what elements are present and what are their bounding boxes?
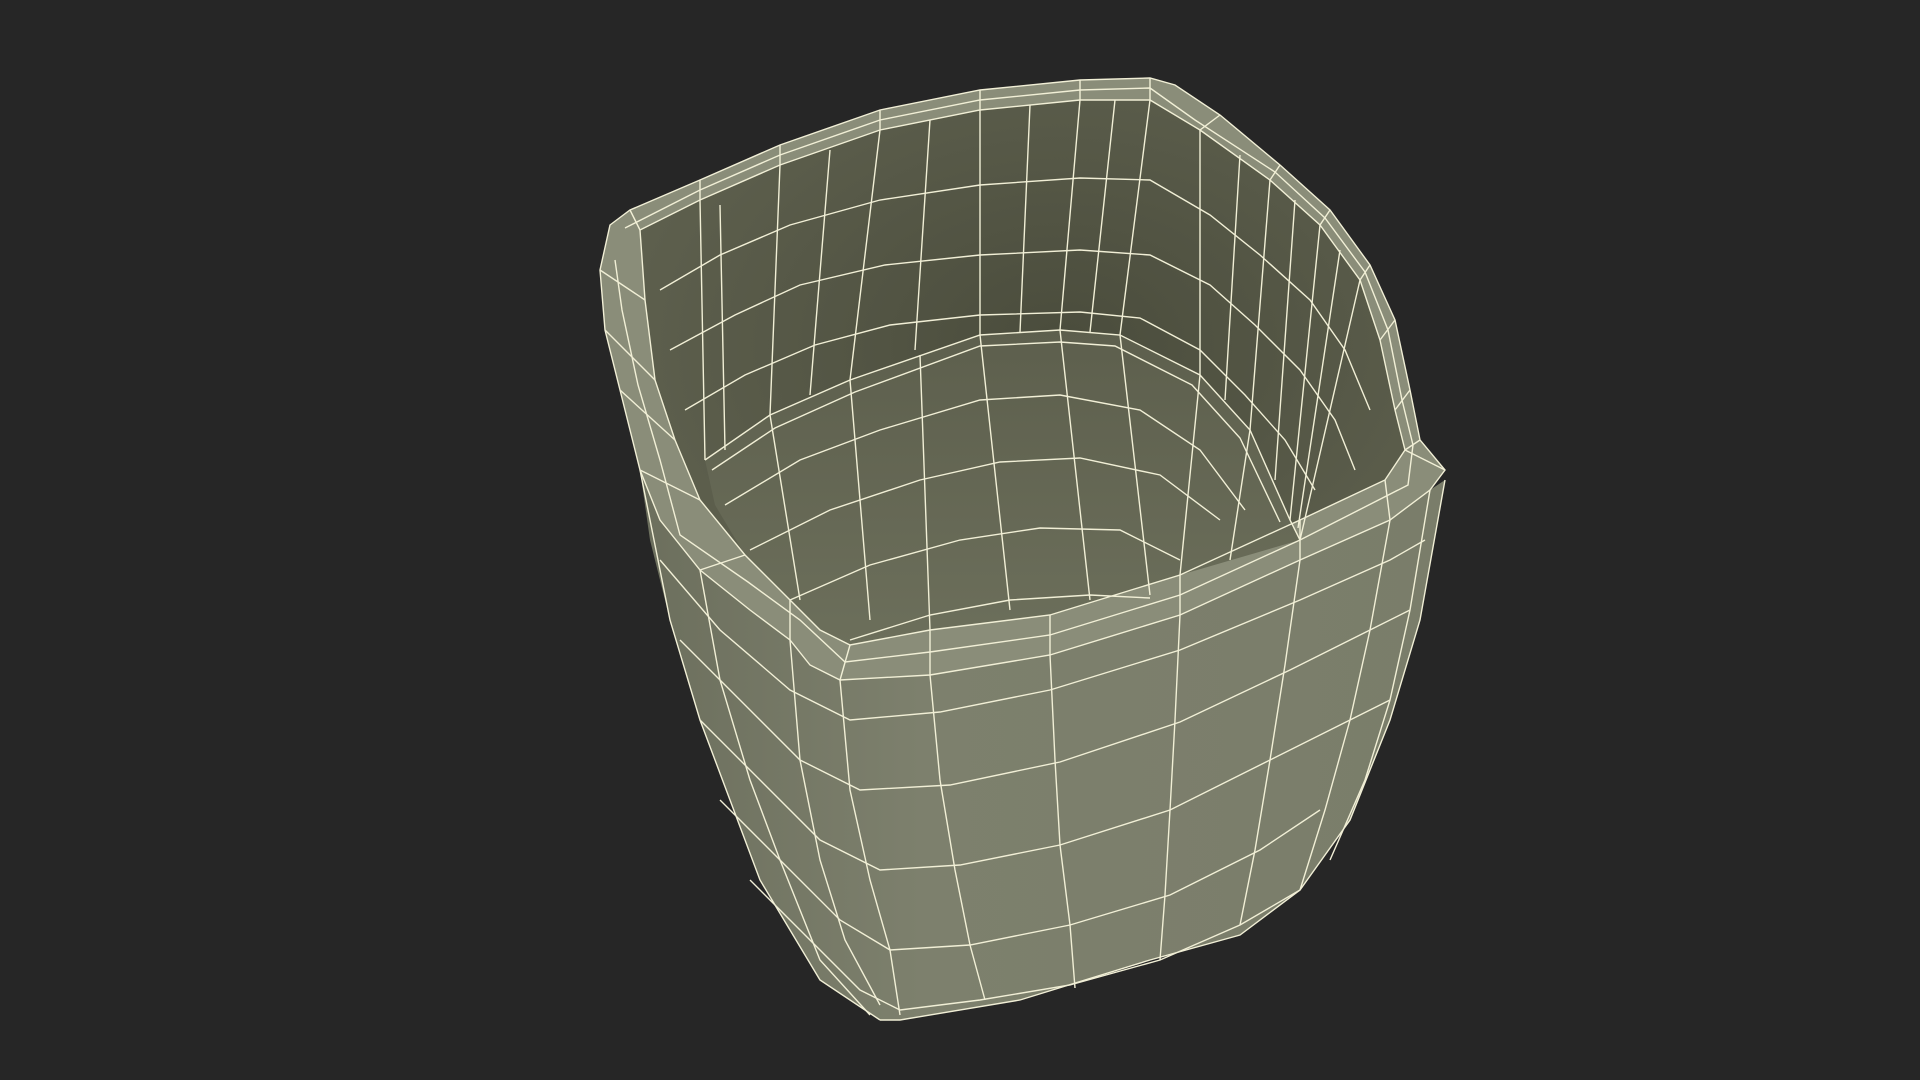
3d-viewport[interactable] (0, 0, 1920, 1080)
model-render (599, 77, 1446, 1021)
